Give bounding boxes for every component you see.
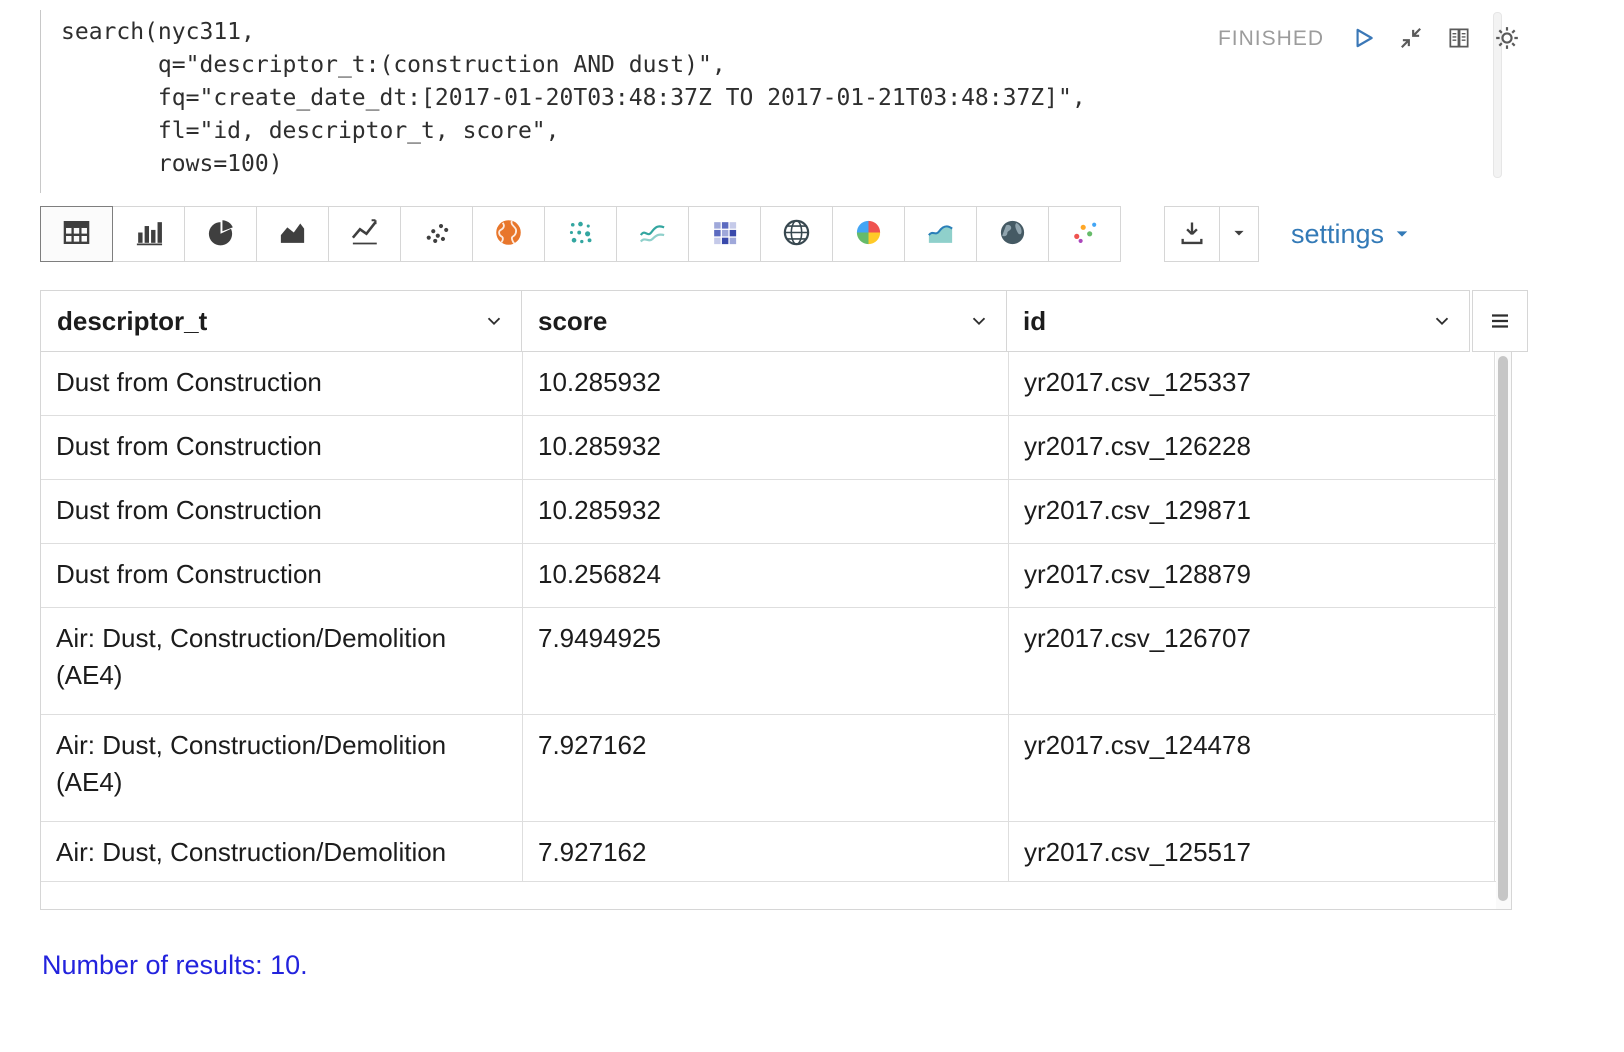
cell-descriptor: Dust from Construction [41, 480, 523, 543]
column-header-score[interactable]: score [521, 290, 1007, 352]
book-icon [1446, 25, 1472, 54]
color-pie-plugin-icon [853, 217, 884, 251]
globe-wireframe-plugin-icon [781, 217, 812, 251]
table-menu-button[interactable] [1472, 290, 1528, 352]
scatter-chart-icon [421, 217, 452, 251]
settings-label: settings [1291, 219, 1384, 250]
code-line: fq="create_date_dt:[2017-01-20T03:48:37Z… [61, 82, 1502, 115]
settings-dropdown[interactable]: settings [1291, 219, 1411, 250]
viz-bar-chart-button[interactable] [112, 206, 185, 262]
viz-toolbar: settings [40, 206, 1411, 262]
cell-descriptor: Air: Dust, Construction/Demolition (AE4) [41, 715, 523, 821]
viz-pie-plugin-button[interactable] [832, 206, 905, 262]
viz-earth-plugin-button[interactable] [976, 206, 1049, 262]
table-header-row: descriptor_t score id [40, 290, 1528, 352]
viz-map-button[interactable] [472, 206, 545, 262]
orange-globe-map-icon [493, 217, 524, 251]
viz-pie-chart-button[interactable] [184, 206, 257, 262]
cell-descriptor: Air: Dust, Construction/Demolition (AE4) [41, 608, 523, 714]
download-button[interactable] [1164, 206, 1220, 262]
cell-descriptor: Air: Dust, Construction/Demolition [41, 822, 523, 881]
column-label: score [538, 306, 607, 337]
cell-descriptor: Dust from Construction [41, 416, 523, 479]
download-icon [1178, 219, 1206, 250]
cell-score: 7.927162 [523, 822, 1009, 881]
gear-icon [1494, 25, 1520, 54]
table-row: Dust from Construction 10.285932 yr2017.… [41, 480, 1511, 544]
table-row: Dust from Construction 10.285932 yr2017.… [41, 352, 1511, 416]
cell-id: yr2017.csv_126228 [1009, 416, 1495, 479]
viz-button-group [40, 206, 1121, 262]
viz-scatter-chart-button[interactable] [400, 206, 473, 262]
paragraph-controls: FINISHED [1218, 24, 1522, 54]
notebook-paragraph: search(nyc311, q="descriptor_t:(construc… [0, 0, 1624, 1052]
earth-globe-plugin-icon [997, 217, 1028, 251]
area-chart-icon [277, 217, 308, 251]
cell-score: 10.285932 [523, 352, 1009, 415]
hamburger-icon [1488, 309, 1512, 333]
table-row: Dust from Construction 10.256824 yr2017.… [41, 544, 1511, 608]
editor-toggle-button[interactable] [1444, 24, 1474, 54]
cell-id: yr2017.csv_125517 [1009, 822, 1495, 881]
viz-lines-plugin-button[interactable] [616, 206, 689, 262]
bar-chart-icon [133, 217, 164, 251]
table-body: Dust from Construction 10.285932 yr2017.… [40, 352, 1512, 910]
table-row: Dust from Construction 10.285932 yr2017.… [41, 416, 1511, 480]
cell-id: yr2017.csv_128879 [1009, 544, 1495, 607]
viz-scatter-plugin-button[interactable] [544, 206, 617, 262]
paragraph-settings-button[interactable] [1492, 24, 1522, 54]
column-header-id[interactable]: id [1006, 290, 1470, 352]
caret-down-icon [1393, 219, 1411, 250]
color-scatter-plugin-icon [1069, 217, 1100, 251]
teal-lines-plugin-icon [637, 217, 668, 251]
teal-area-plugin-icon [925, 217, 956, 251]
download-options-button[interactable] [1219, 206, 1259, 262]
code-line: fl="id, descriptor_t, score", [61, 115, 1502, 148]
cell-id: yr2017.csv_129871 [1009, 480, 1495, 543]
paragraph-status: FINISHED [1218, 27, 1324, 51]
cell-score: 7.9494925 [523, 608, 1009, 714]
cell-id: yr2017.csv_125337 [1009, 352, 1495, 415]
table-row: Air: Dust, Construction/Demolition 7.927… [41, 822, 1511, 882]
viz-area-plugin-button[interactable] [904, 206, 977, 262]
chevron-down-icon[interactable] [483, 310, 505, 332]
viz-area-chart-button[interactable] [256, 206, 329, 262]
teal-scatter-plugin-icon [565, 217, 596, 251]
cell-score: 10.256824 [523, 544, 1009, 607]
cell-descriptor: Dust from Construction [41, 544, 523, 607]
viz-table-button[interactable] [40, 206, 113, 262]
cell-descriptor: Dust from Construction [41, 352, 523, 415]
run-button[interactable] [1348, 24, 1378, 54]
cell-score: 7.927162 [523, 715, 1009, 821]
cell-score: 10.285932 [523, 480, 1009, 543]
table-scrollbar[interactable] [1496, 352, 1511, 909]
results-count: Number of results: 10. [42, 950, 308, 981]
results-table: descriptor_t score id [40, 290, 1528, 910]
viz-bubble-plugin-button[interactable] [1048, 206, 1121, 262]
download-group [1164, 206, 1259, 262]
column-header-descriptor_t[interactable]: descriptor_t [40, 290, 522, 352]
cell-id: yr2017.csv_126707 [1009, 608, 1495, 714]
table-row: Air: Dust, Construction/Demolition (AE4)… [41, 715, 1511, 822]
play-icon [1350, 25, 1376, 54]
caret-down-icon [1229, 223, 1249, 246]
column-label: descriptor_t [57, 306, 207, 337]
viz-heatmap-plugin-button[interactable] [688, 206, 761, 262]
column-label: id [1023, 306, 1046, 337]
viz-globe-plugin-button[interactable] [760, 206, 833, 262]
table-icon [61, 217, 92, 251]
chevron-down-icon[interactable] [968, 310, 990, 332]
table-row: Air: Dust, Construction/Demolition (AE4)… [41, 608, 1511, 715]
table-scrollbar-thumb[interactable] [1498, 356, 1508, 901]
viz-line-chart-button[interactable] [328, 206, 401, 262]
collapse-button[interactable] [1396, 24, 1426, 54]
line-chart-icon [349, 217, 380, 251]
pie-chart-icon [205, 217, 236, 251]
cell-score: 10.285932 [523, 416, 1009, 479]
code-line: rows=100) [61, 148, 1502, 181]
collapse-icon [1398, 25, 1424, 54]
chevron-down-icon[interactable] [1431, 310, 1453, 332]
cell-id: yr2017.csv_124478 [1009, 715, 1495, 821]
heatmap-grid-plugin-icon [709, 217, 740, 251]
